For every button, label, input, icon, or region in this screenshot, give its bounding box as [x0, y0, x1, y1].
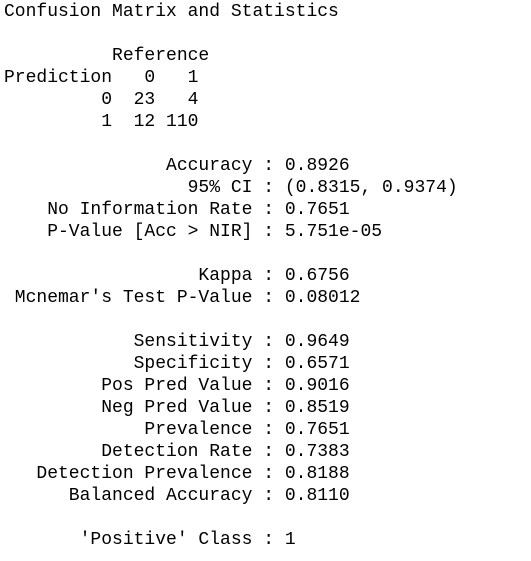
stat-pos-pred-value: Pos Pred Value : 0.9016	[4, 376, 350, 396]
stat-positive-class: 'Positive' Class : 1	[4, 530, 296, 550]
stat-neg-pred-value: Neg Pred Value : 0.8519	[4, 398, 350, 418]
matrix-prediction-header: Prediction 0 1	[4, 68, 199, 88]
stat-mcnemar-p-value: Mcnemar's Test P-Value : 0.08012	[4, 288, 361, 308]
stat-accuracy: Accuracy : 0.8926	[4, 156, 350, 176]
matrix-reference-header: Reference	[4, 46, 210, 66]
matrix-row-0: 0 23 4	[4, 90, 199, 110]
output-title: Confusion Matrix and Statistics	[4, 2, 339, 22]
stat-no-information-rate: No Information Rate : 0.7651	[4, 200, 350, 220]
console-text: Confusion Matrix and Statistics Referenc…	[4, 1, 458, 551]
matrix-row-1: 1 12 110	[4, 112, 199, 132]
stat-detection-prevalence: Detection Prevalence : 0.8188	[4, 464, 350, 484]
stat-sensitivity: Sensitivity : 0.9649	[4, 332, 350, 352]
stat-p-value: P-Value [Acc > NIR] : 5.751e-05	[4, 222, 383, 242]
stat-balanced-accuracy: Balanced Accuracy : 0.8110	[4, 486, 350, 506]
stat-confidence-interval: 95% CI : (0.8315, 0.9374)	[4, 178, 458, 198]
stat-detection-rate: Detection Rate : 0.7383	[4, 442, 350, 462]
stat-prevalence: Prevalence : 0.7651	[4, 420, 350, 440]
stat-kappa: Kappa : 0.6756	[4, 266, 350, 286]
stat-specificity: Specificity : 0.6571	[4, 354, 350, 374]
console-output-panel: Confusion Matrix and Statistics Referenc…	[0, 0, 531, 561]
